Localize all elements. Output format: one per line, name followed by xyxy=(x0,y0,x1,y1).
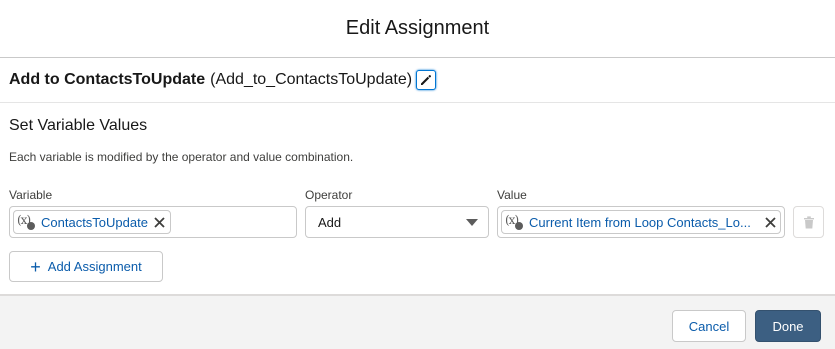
close-icon xyxy=(154,216,166,228)
done-button[interactable]: Done xyxy=(755,310,821,342)
chevron-down-icon xyxy=(466,219,478,226)
value-pill-label: Current Item from Loop Contacts_Lo... xyxy=(529,214,751,230)
add-assignment-button[interactable]: + Add Assignment xyxy=(9,251,163,282)
value-pill: (x) Current Item from Loop Contacts_Lo..… xyxy=(501,210,781,234)
operator-select[interactable]: Add xyxy=(305,206,489,238)
plus-icon: + xyxy=(30,256,41,277)
element-name-row: Add to ContactsToUpdate (Add_to_Contacts… xyxy=(0,58,835,103)
variable-column-label: Variable xyxy=(9,188,53,202)
section-title: Set Variable Values xyxy=(9,117,148,134)
variable-icon: (x) xyxy=(17,213,37,231)
value-column-label: Value xyxy=(497,188,527,202)
section-description: Each variable is modified by the operato… xyxy=(9,150,354,164)
operator-selected-value: Add xyxy=(318,215,342,230)
variable-icon: (x) xyxy=(505,213,525,231)
variable-pill-label: ContactsToUpdate xyxy=(41,214,148,230)
modal-title: Edit Assignment xyxy=(345,17,490,39)
operator-column-label: Operator xyxy=(305,188,353,202)
close-icon xyxy=(764,216,776,228)
add-assignment-label: Add Assignment xyxy=(47,259,142,274)
edit-element-button[interactable] xyxy=(416,70,437,90)
variable-pill: (x) ContactsToUpdate xyxy=(13,210,171,234)
pencil-icon xyxy=(421,74,432,85)
remove-variable-button[interactable] xyxy=(154,216,166,228)
delete-row-button[interactable] xyxy=(793,206,824,238)
variable-field[interactable]: (x) ContactsToUpdate xyxy=(9,206,297,238)
element-api-name: (Add_to_ContactsToUpdate) xyxy=(210,71,413,88)
element-label: Add to ContactsToUpdate xyxy=(9,71,206,88)
remove-value-button[interactable] xyxy=(764,216,776,228)
modal-header: Edit Assignment xyxy=(0,0,835,58)
trash-icon xyxy=(803,215,814,228)
modal-footer: Cancel Done xyxy=(0,294,835,349)
value-field[interactable]: (x) Current Item from Loop Contacts_Lo..… xyxy=(497,206,785,238)
cancel-button[interactable]: Cancel xyxy=(672,310,746,342)
